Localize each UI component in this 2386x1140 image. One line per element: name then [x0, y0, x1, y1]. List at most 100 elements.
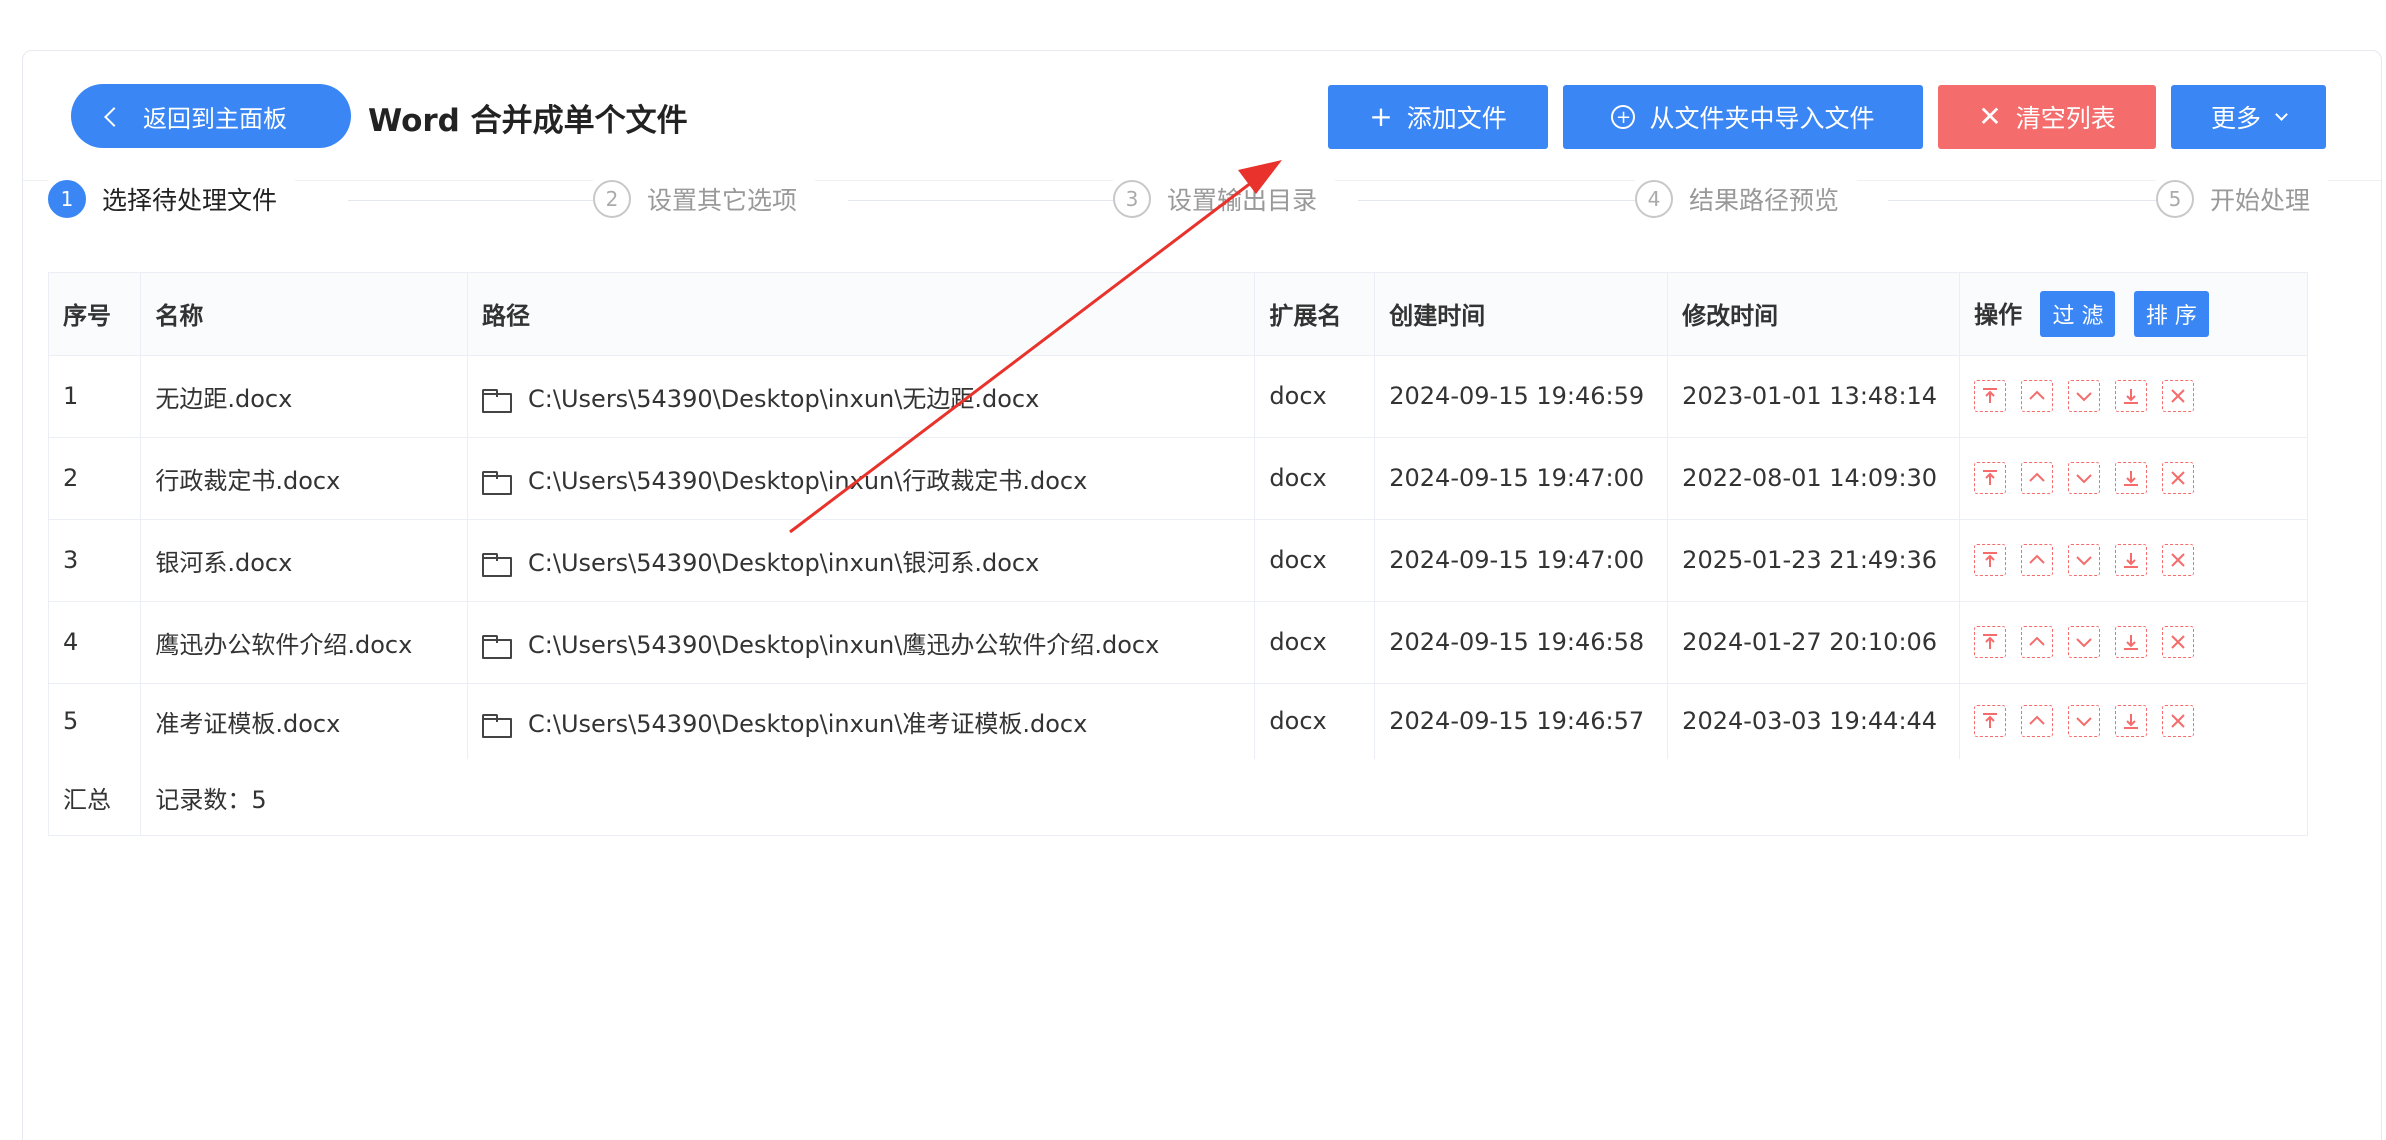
cell-ops: [1959, 355, 2307, 438]
cell-ops: [1959, 601, 2307, 684]
move-down-icon: [2074, 550, 2094, 570]
add-file-button[interactable]: + 添加文件: [1328, 85, 1548, 149]
more-button[interactable]: 更多: [2171, 85, 2326, 149]
move-up-icon: [2027, 386, 2047, 406]
toolbar-header: 返回到主面板 Word 合并成单个文件 + 添加文件 + 从文件夹中导入文件 ✕…: [23, 51, 2381, 181]
folder-icon: [482, 470, 513, 495]
move-bottom-icon: [2121, 632, 2141, 652]
move-up-icon: [2027, 468, 2047, 488]
move-top-button[interactable]: [1974, 626, 2007, 658]
path-text: C:\Users\54390\Desktop\inxun\银河系.docx: [528, 548, 1040, 577]
clear-list-label: 清空列表: [2015, 104, 2116, 133]
move-top-button[interactable]: [1974, 705, 2007, 738]
move-down-icon: [2074, 711, 2094, 731]
step-number: 5: [2156, 180, 2194, 218]
step-number: 4: [1635, 180, 1673, 218]
cell-created: 2024-09-15 19:47:00: [1374, 519, 1669, 602]
cell-ops: [1959, 437, 2307, 520]
delete-button[interactable]: [2162, 626, 2195, 658]
move-down-button[interactable]: [2068, 380, 2101, 412]
move-top-icon: [1980, 386, 2000, 406]
col-header-name: 名称: [140, 273, 469, 356]
move-down-icon: [2074, 632, 2094, 652]
cell-ops: [1959, 519, 2307, 602]
file-table: 序号 名称 路径 扩展名 创建时间 修改时间 操作 过 滤 排 序 1 无边距.d…: [48, 272, 2308, 836]
cell-name: 行政裁定书.docx: [140, 437, 469, 520]
delete-button[interactable]: [2162, 544, 2195, 576]
delete-icon: [2168, 386, 2188, 406]
move-top-button[interactable]: [1974, 544, 2007, 576]
cell-modified: 2023-01-01 13:48:14: [1667, 355, 1961, 438]
step-number: 3: [1113, 180, 1151, 218]
ops-header-label: 操作: [1974, 300, 2023, 329]
back-to-dashboard-button[interactable]: 返回到主面板: [71, 84, 351, 148]
cell-index: 2: [49, 437, 142, 520]
cell-name: 无边距.docx: [140, 355, 469, 438]
step-number: 2: [593, 180, 631, 218]
sort-button[interactable]: 排 序: [2133, 290, 2209, 337]
delete-button[interactable]: [2162, 705, 2195, 738]
move-top-button[interactable]: [1974, 462, 2007, 494]
move-top-button[interactable]: [1974, 380, 2007, 412]
cell-name: 鹰迅办公软件介绍.docx: [140, 601, 469, 684]
add-file-label: 添加文件: [1406, 104, 1507, 133]
path-text: C:\Users\54390\Desktop\inxun\无边距.docx: [528, 384, 1040, 413]
cell-path[interactable]: C:\Users\54390\Desktop\inxun\鹰迅办公软件介绍.do…: [467, 601, 1256, 684]
row-actions: [1974, 626, 2293, 658]
import-folder-button[interactable]: + 从文件夹中导入文件: [1563, 85, 1923, 149]
move-down-button[interactable]: [2068, 462, 2101, 494]
folder-icon: [482, 634, 513, 659]
move-up-button[interactable]: [2021, 626, 2054, 658]
table-row: 5 准考证模板.docx C:\Users\54390\Desktop\inxun\…: [49, 683, 2307, 759]
delete-button[interactable]: [2162, 380, 2195, 412]
row-actions: [1974, 380, 2293, 412]
step-label: 选择待处理文件: [102, 186, 278, 215]
delete-icon: [2168, 711, 2188, 731]
step-5[interactable]: 5 开始处理: [2156, 180, 2329, 218]
step-2[interactable]: 2 设置其它选项: [593, 180, 816, 218]
cell-path[interactable]: C:\Users\54390\Desktop\inxun\行政裁定书.docx: [467, 437, 1256, 520]
cell-modified: 2024-01-27 20:10:06: [1667, 601, 1961, 684]
move-bottom-button[interactable]: [2115, 705, 2148, 738]
step-1[interactable]: 1 选择待处理文件: [48, 180, 296, 218]
folder-icon: [482, 713, 513, 738]
record-count: 记录数：5: [155, 785, 267, 814]
move-up-icon: [2027, 632, 2047, 652]
folder-icon: [482, 388, 513, 413]
cell-path[interactable]: C:\Users\54390\Desktop\inxun\无边距.docx: [467, 355, 1256, 438]
cell-created: 2024-09-15 19:46:57: [1374, 683, 1669, 759]
folder-icon: [482, 552, 513, 577]
step-4[interactable]: 4 结果路径预览: [1635, 180, 1858, 218]
move-top-icon: [1980, 711, 2000, 731]
col-header-modified: 修改时间: [1667, 273, 1961, 356]
delete-button[interactable]: [2162, 462, 2195, 494]
chevron-left-icon: [104, 107, 124, 127]
move-up-button[interactable]: [2021, 380, 2054, 412]
move-up-button[interactable]: [2021, 462, 2054, 494]
step-connector: [848, 200, 1158, 201]
step-3[interactable]: 3 设置输出目录: [1113, 180, 1336, 218]
move-bottom-button[interactable]: [2115, 626, 2148, 658]
move-up-button[interactable]: [2021, 544, 2054, 576]
move-down-button[interactable]: [2068, 626, 2101, 658]
step-label: 结果路径预览: [1689, 186, 1840, 215]
move-bottom-button[interactable]: [2115, 544, 2148, 576]
filter-button[interactable]: 过 滤: [2040, 290, 2116, 337]
move-down-button[interactable]: [2068, 705, 2101, 738]
cell-modified: 2025-01-23 21:49:36: [1667, 519, 1961, 602]
cell-path[interactable]: C:\Users\54390\Desktop\inxun\准考证模板.docx: [467, 683, 1256, 759]
col-header-created: 创建时间: [1374, 273, 1669, 356]
col-header-ops: 操作 过 滤 排 序: [1959, 273, 2307, 356]
move-top-icon: [1980, 550, 2000, 570]
cell-index: 4: [49, 601, 142, 684]
move-up-icon: [2027, 550, 2047, 570]
cell-path[interactable]: C:\Users\54390\Desktop\inxun\银河系.docx: [467, 519, 1256, 602]
move-bottom-button[interactable]: [2115, 462, 2148, 494]
move-bottom-button[interactable]: [2115, 380, 2148, 412]
move-down-button[interactable]: [2068, 544, 2101, 576]
clear-list-button[interactable]: ✕ 清空列表: [1938, 85, 2156, 149]
cell-ext: docx: [1254, 437, 1376, 520]
step-connector: [1358, 200, 1678, 201]
move-up-button[interactable]: [2021, 705, 2054, 738]
summary-label: 汇总: [49, 759, 142, 835]
